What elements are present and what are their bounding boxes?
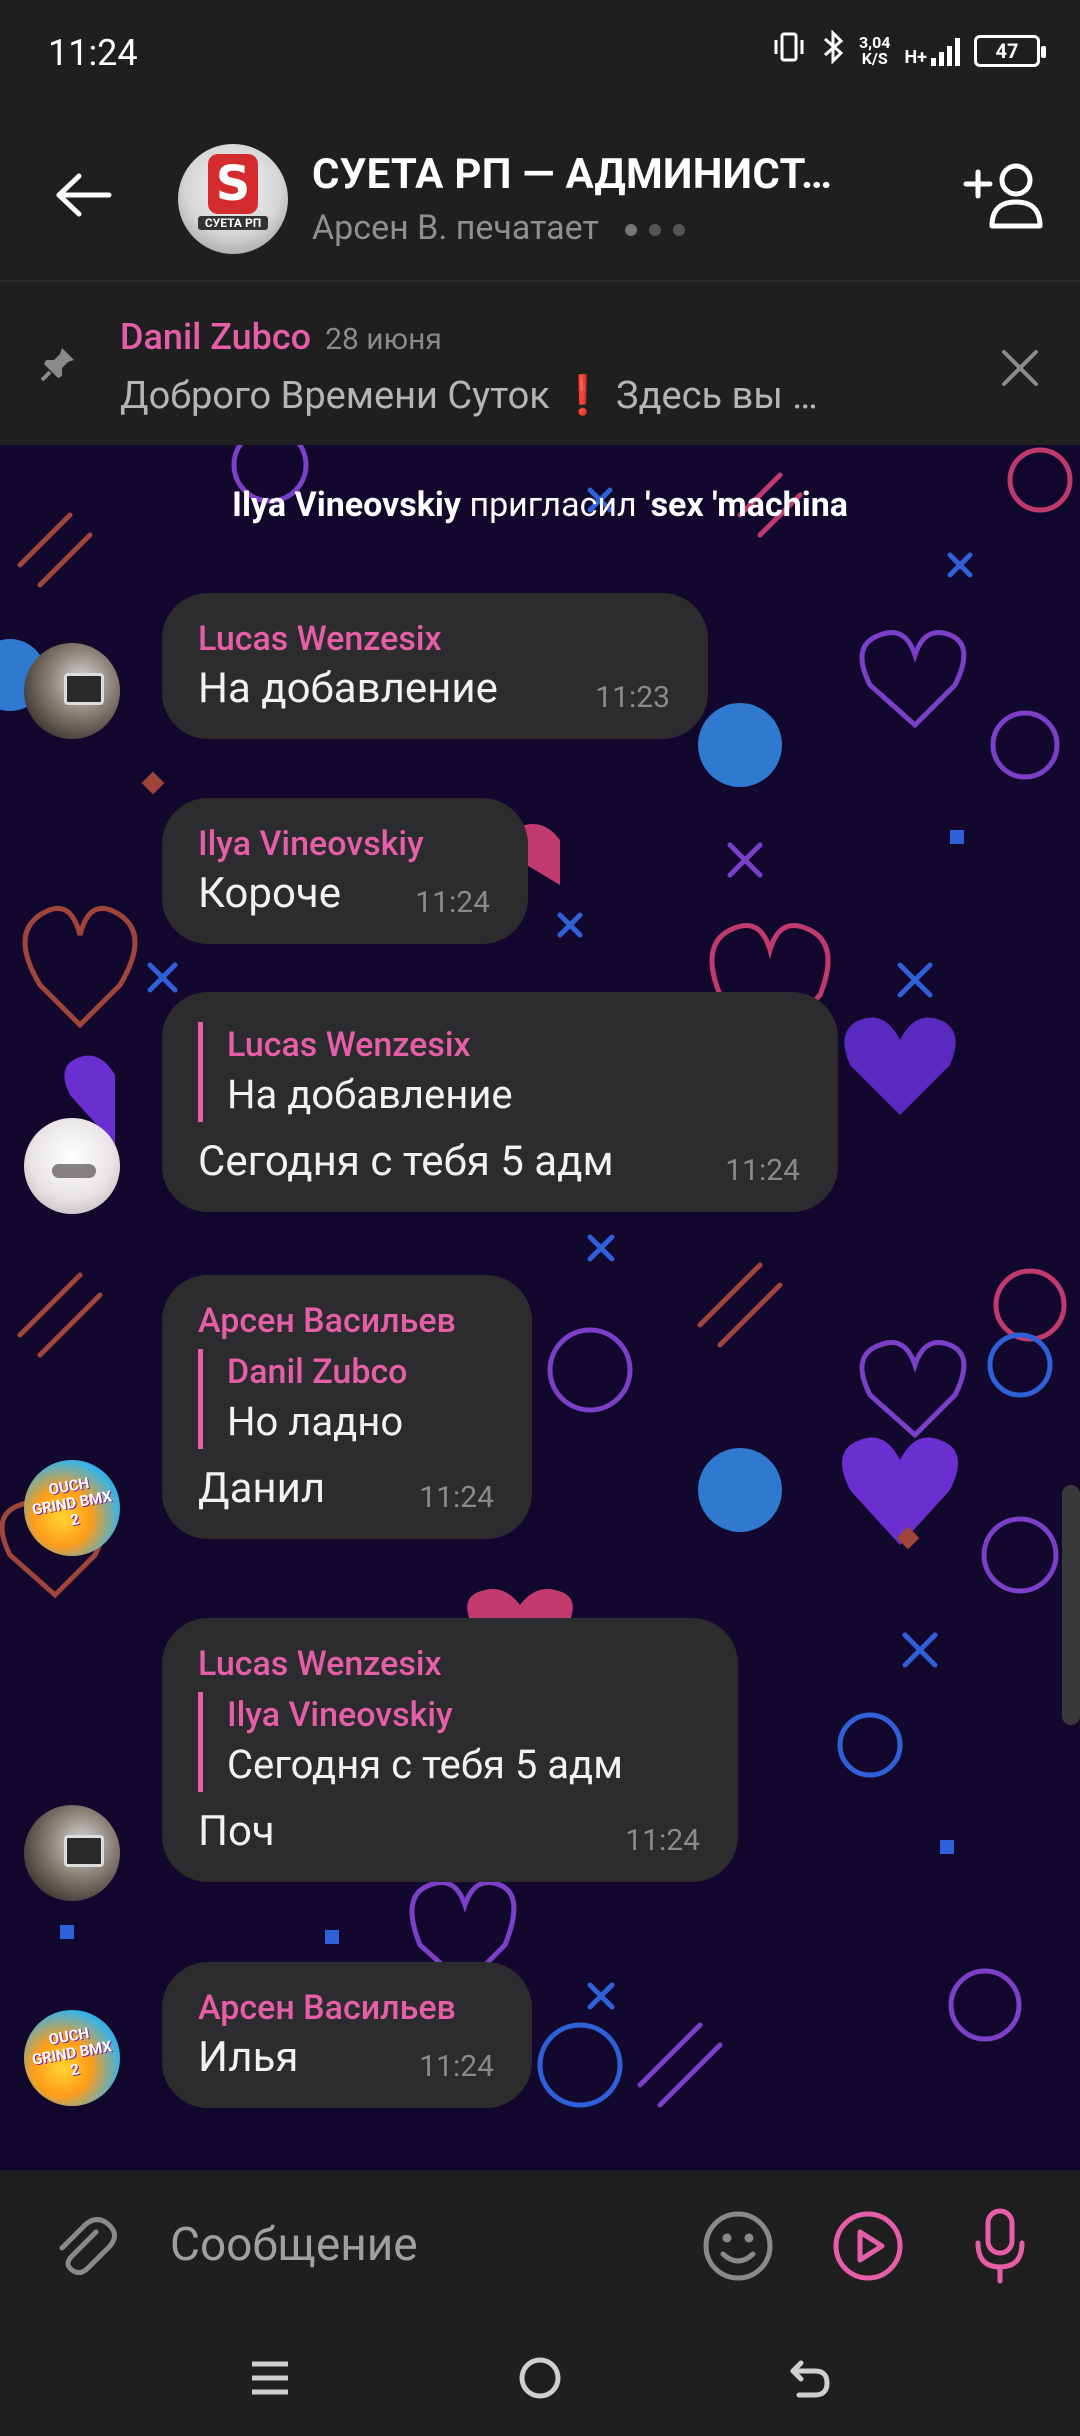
message-bubble[interactable]: Lucas Wenzesix Ilya Vineovskiy Сегодня с…	[162, 1618, 738, 1882]
system-actor[interactable]: Ilya Vineovskiy	[232, 485, 461, 525]
video-message-button[interactable]	[830, 2208, 906, 2284]
back-arrow-icon	[790, 2360, 830, 2398]
message-author[interactable]: Lucas Wenzesix	[198, 1642, 702, 1686]
message-author[interactable]: Арсен Васильев	[198, 1986, 496, 2030]
chat-header: S СУЕТА РП СУЕТА РП — АДМИНИСТ… Арсен В.…	[0, 110, 1080, 280]
pinned-date: 28 июня	[325, 322, 442, 357]
reply-quote[interactable]: Ilya Vineovskiy Сегодня с тебя 5 адм	[198, 1692, 702, 1792]
message-time: 11:24	[725, 1153, 800, 1188]
back-button[interactable]	[48, 160, 118, 230]
play-circle-icon	[833, 2211, 903, 2281]
smiley-icon	[703, 2211, 773, 2281]
message-bubble[interactable]: Арсен Васильев Илья 11:24	[162, 1962, 532, 2108]
battery-icon: 47	[974, 35, 1046, 67]
pinned-text: Доброго Времени Суток ❗ Здесь вы …	[120, 374, 818, 418]
message-bubble[interactable]: Ilya Vineovskiy Короче 11:24	[162, 798, 528, 944]
system-message: Ilya Vineovskiy пригласил 'sex 'machina	[0, 485, 1080, 525]
avatar-logo-caption: СУЕТА РП	[198, 216, 268, 230]
vibrate-icon	[771, 31, 807, 71]
avatar[interactable]	[24, 1118, 120, 1214]
status-bar: 11:24 3,04 K/S H+ 47	[0, 0, 1080, 110]
voice-message-button[interactable]	[962, 2206, 1038, 2286]
emoji-button[interactable]	[700, 2208, 776, 2284]
paperclip-icon	[59, 2217, 117, 2276]
message-author[interactable]: Ilya Vineovskiy	[198, 822, 492, 866]
message-time: 11:24	[419, 1480, 494, 1515]
message-bubble[interactable]: Lucas Wenzesix На добавление 11:23	[162, 593, 708, 739]
avatar-label: OUCH GRIND BMX 2	[30, 2023, 114, 2080]
reply-text: Но ладно	[227, 1398, 404, 1445]
reply-text: Сегодня с тебя 5 адм	[227, 1741, 623, 1788]
system-nav-bar	[0, 2320, 1080, 2436]
reply-author: Lucas Wenzesix	[227, 1025, 471, 1065]
recent-apps-button[interactable]	[240, 2348, 300, 2408]
person-add-icon	[963, 163, 1043, 229]
avatar-logo-letter: S	[208, 154, 258, 214]
chat-messages-area[interactable]: Ilya Vineovskiy пригласил 'sex 'machina …	[0, 445, 1080, 2170]
message-time: 11:24	[419, 2049, 494, 2084]
chat-title[interactable]: СУЕТА РП — АДМИНИСТ…	[312, 150, 832, 199]
pin-icon	[40, 348, 74, 382]
home-button[interactable]	[510, 2348, 570, 2408]
message-author[interactable]: Арсен Васильев	[198, 1299, 496, 1343]
cell-signal: H+	[904, 36, 960, 68]
arrow-left-icon	[56, 173, 112, 217]
message-time: 11:24	[625, 1823, 700, 1858]
message-bubble[interactable]: Арсен Васильев Danil Zubco Но ладно Дани…	[162, 1275, 532, 1539]
avatar[interactable]: OUCH GRIND BMX 2	[24, 2010, 120, 2106]
chat-status: Арсен В. печатает	[312, 208, 686, 248]
bluetooth-icon	[821, 29, 845, 72]
home-circle-icon	[519, 2357, 561, 2399]
message-author[interactable]: Lucas Wenzesix	[198, 617, 672, 661]
system-target[interactable]: 'sex 'machina	[645, 485, 848, 525]
reply-author: Ilya Vineovskiy	[227, 1695, 453, 1735]
typing-dots-icon	[625, 224, 686, 237]
reply-text: На добавление	[227, 1071, 513, 1118]
system-action: пригласил	[469, 485, 637, 525]
nav-back-button[interactable]	[780, 2348, 840, 2408]
message-text: Сегодня с тебя 5 адм	[198, 1137, 614, 1186]
status-icons: 3,04 K/S H+ 47	[771, 29, 1046, 72]
microphone-icon	[975, 2208, 1025, 2284]
message-input[interactable]	[170, 2210, 670, 2280]
message-time: 11:24	[415, 885, 490, 920]
avatar[interactable]	[24, 1805, 120, 1901]
message-bubble[interactable]: Lucas Wenzesix На добавление Сегодня с т…	[162, 992, 838, 1212]
reply-author: Danil Zubco	[227, 1352, 408, 1392]
avatar[interactable]: OUCH GRIND BMX 2	[24, 1460, 120, 1556]
close-pinned-button[interactable]	[990, 338, 1050, 398]
reply-quote[interactable]: Danil Zubco Но ладно	[198, 1349, 496, 1449]
status-time: 11:24	[48, 32, 138, 74]
add-member-button[interactable]	[960, 150, 1050, 240]
menu-icon	[252, 2361, 288, 2395]
pinned-message[interactable]: Danil Zubco 28 июня Доброго Времени Суток…	[0, 280, 1080, 445]
message-input-bar	[0, 2170, 1080, 2320]
signal-bars-icon	[931, 36, 960, 66]
network-type: H+	[904, 47, 927, 68]
avatar-label: OUCH GRIND BMX 2	[30, 1473, 114, 1530]
attach-button[interactable]	[48, 2208, 122, 2282]
message-time: 11:23	[595, 680, 670, 715]
network-speed: 3,04 K/S	[858, 33, 891, 68]
close-icon	[1002, 350, 1038, 386]
typing-status-text: Арсен В. печатает	[312, 208, 599, 248]
chat-avatar[interactable]: S СУЕТА РП	[178, 144, 288, 254]
reply-quote[interactable]: Lucas Wenzesix На добавление	[198, 1022, 802, 1122]
avatar[interactable]	[24, 643, 120, 739]
pinned-author: Danil Zubco 28 июня	[120, 316, 442, 358]
battery-level: 47	[995, 39, 1019, 63]
